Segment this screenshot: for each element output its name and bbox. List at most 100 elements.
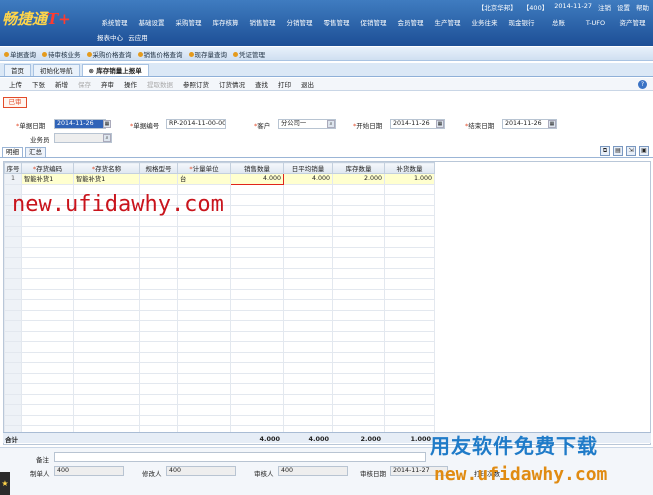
menu-item[interactable]: 分销管理 (281, 17, 318, 29)
grid-cell[interactable] (332, 320, 385, 332)
col-header[interactable]: *存货编码 (21, 162, 74, 174)
menu-item[interactable]: 库存核算 (207, 17, 244, 29)
grid-cell[interactable] (73, 299, 140, 311)
grid-cell[interactable] (230, 383, 284, 395)
grid-cell[interactable] (177, 236, 231, 248)
prev-button[interactable]: 上传 (4, 79, 27, 89)
grid-cell[interactable] (177, 320, 231, 332)
grid-cell[interactable] (332, 267, 385, 279)
menu-item[interactable]: 销售管理 (244, 17, 281, 29)
grid-cell[interactable] (230, 330, 284, 342)
grid-cell[interactable] (283, 362, 333, 374)
quick-link[interactable]: 销售价格查询 (137, 49, 183, 59)
cell-stock-qty[interactable]: 2.000 (332, 173, 385, 185)
grid-cell[interactable] (283, 351, 333, 363)
grid-cell[interactable] (332, 225, 385, 237)
table-row[interactable] (4, 404, 435, 416)
grid-cell[interactable] (283, 278, 333, 290)
col-header[interactable]: 日平均销量 (283, 162, 333, 174)
grid-cell[interactable] (384, 183, 435, 195)
grid-cell[interactable] (21, 257, 74, 269)
doc-date-field[interactable]: 2014-11-26 (54, 119, 106, 129)
grid-cell[interactable] (21, 414, 74, 426)
grid-cell[interactable] (21, 372, 74, 384)
grid-cell[interactable] (139, 236, 178, 248)
grid-cell[interactable] (73, 362, 140, 374)
grid-cell[interactable] (73, 404, 140, 416)
star-icon[interactable]: ★ (0, 472, 10, 495)
grid-cell[interactable] (21, 278, 74, 290)
grid-cell[interactable] (283, 372, 333, 384)
grid-cell[interactable] (283, 194, 333, 206)
grid-cell[interactable] (73, 330, 140, 342)
grid-cell[interactable] (332, 246, 385, 258)
grid-cell[interactable] (73, 351, 140, 363)
grid-cell[interactable] (21, 309, 74, 321)
save-button[interactable]: 保存 (73, 79, 96, 89)
grid-cell[interactable] (384, 278, 435, 290)
grid-cell[interactable] (139, 288, 178, 300)
quick-link[interactable]: 凭证管理 (233, 49, 265, 59)
calendar-icon[interactable]: ▦ (103, 120, 111, 128)
operation-button[interactable]: 操作 (119, 79, 142, 89)
grid-cell[interactable] (139, 362, 178, 374)
grid-cell[interactable] (332, 215, 385, 227)
lookup-icon[interactable]: ⌕ (103, 134, 111, 142)
col-header[interactable]: *计量单位 (177, 162, 231, 174)
grid-cell[interactable] (283, 320, 333, 332)
grid-cell[interactable] (73, 225, 140, 237)
grid-cell[interactable] (230, 341, 284, 353)
grid-cell[interactable] (332, 309, 385, 321)
col-header[interactable]: 销售数量 (230, 162, 284, 174)
next-button[interactable]: 下张 (27, 79, 50, 89)
help-icon[interactable]: ? (638, 80, 647, 89)
grid-cell[interactable] (384, 225, 435, 237)
order-status-button[interactable]: 订货情况 (214, 79, 250, 89)
doc-no-field[interactable]: RP-2014-11-00-00... (166, 119, 226, 129)
grid-cell[interactable] (139, 320, 178, 332)
grid-cell[interactable] (177, 404, 231, 416)
col-header[interactable]: 库存数量 (332, 162, 385, 174)
grid-cell[interactable] (283, 309, 333, 321)
settings-link[interactable]: 设置 (617, 2, 630, 12)
grid-cell[interactable] (177, 225, 231, 237)
grid-cell[interactable] (384, 372, 435, 384)
exit-button[interactable]: 退出 (296, 79, 319, 89)
grid-cell[interactable] (139, 351, 178, 363)
table-row[interactable] (4, 414, 435, 426)
grid-cell[interactable] (177, 393, 231, 405)
grid-cell[interactable] (230, 414, 284, 426)
export-icon[interactable]: ⇲ (626, 146, 636, 156)
table-row[interactable] (4, 362, 435, 374)
grid-cell[interactable] (332, 288, 385, 300)
table-row[interactable] (4, 257, 435, 269)
grid-cell[interactable] (139, 309, 178, 321)
menu-item[interactable]: 基础设置 (133, 17, 170, 29)
grid-cell[interactable] (230, 404, 284, 416)
grid-cell[interactable] (139, 225, 178, 237)
cell-item-name[interactable]: 智能补货1 (73, 173, 140, 185)
menu-item[interactable]: 系统管理 (96, 17, 133, 29)
grid-cell[interactable] (177, 351, 231, 363)
grid-cell[interactable] (283, 215, 333, 227)
grid-cell[interactable] (21, 225, 74, 237)
table-row[interactable] (4, 288, 435, 300)
grid-cell[interactable] (230, 320, 284, 332)
grid-cell[interactable] (73, 267, 140, 279)
grid-cell[interactable] (177, 299, 231, 311)
grid-cell[interactable] (384, 330, 435, 342)
grid-cell[interactable] (332, 204, 385, 216)
grid-cell[interactable] (177, 414, 231, 426)
grid-cell[interactable] (230, 225, 284, 237)
grid-cell[interactable] (384, 257, 435, 269)
grid-cell[interactable] (177, 267, 231, 279)
grid-cell[interactable] (332, 372, 385, 384)
grid-cell[interactable] (21, 267, 74, 279)
grid-cell[interactable] (283, 257, 333, 269)
grid-cell[interactable] (384, 236, 435, 248)
grid-cell[interactable] (177, 309, 231, 321)
grid-cell[interactable] (177, 383, 231, 395)
grid-cell[interactable] (177, 288, 231, 300)
grid-cell[interactable] (384, 204, 435, 216)
grid-cell[interactable] (21, 288, 74, 300)
